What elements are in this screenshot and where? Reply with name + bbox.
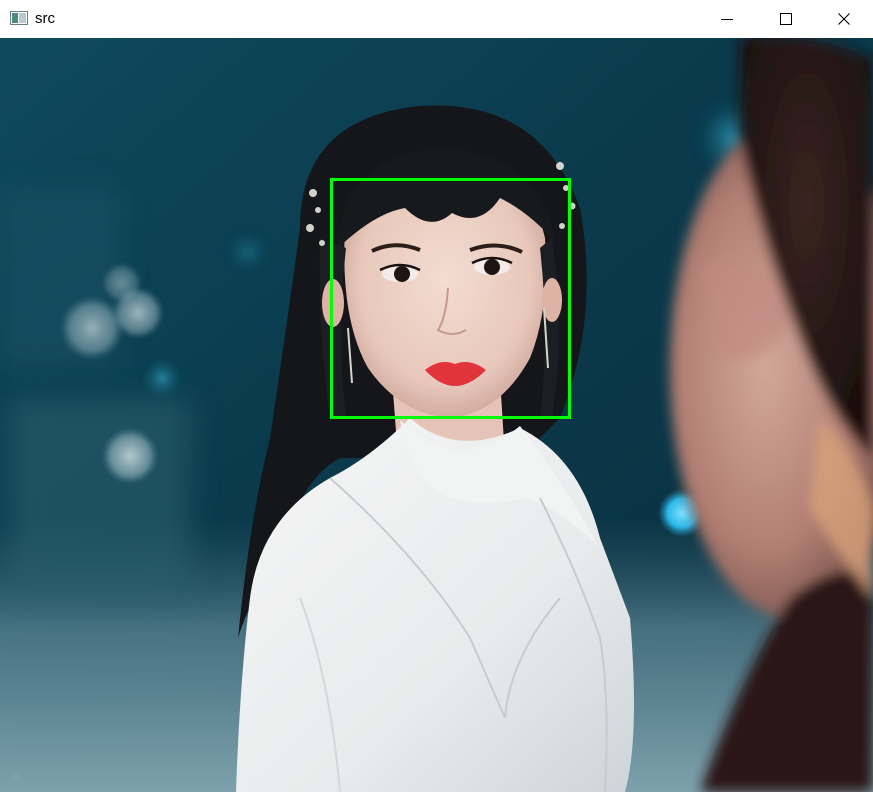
photo: ☺ [0, 38, 873, 792]
app-window-icon [10, 11, 28, 25]
image-canvas[interactable]: ☺ [0, 38, 873, 792]
close-button[interactable] [815, 0, 873, 38]
window-title: src [35, 10, 55, 27]
minimize-icon [721, 13, 733, 25]
maximize-button[interactable] [757, 0, 815, 38]
close-icon [838, 13, 850, 25]
watermark-mark: ☺ [12, 771, 20, 780]
minimize-button[interactable] [698, 0, 756, 38]
app-window: src ☺ [0, 0, 873, 792]
maximize-icon [780, 13, 792, 25]
title-bar[interactable]: src [0, 0, 873, 38]
